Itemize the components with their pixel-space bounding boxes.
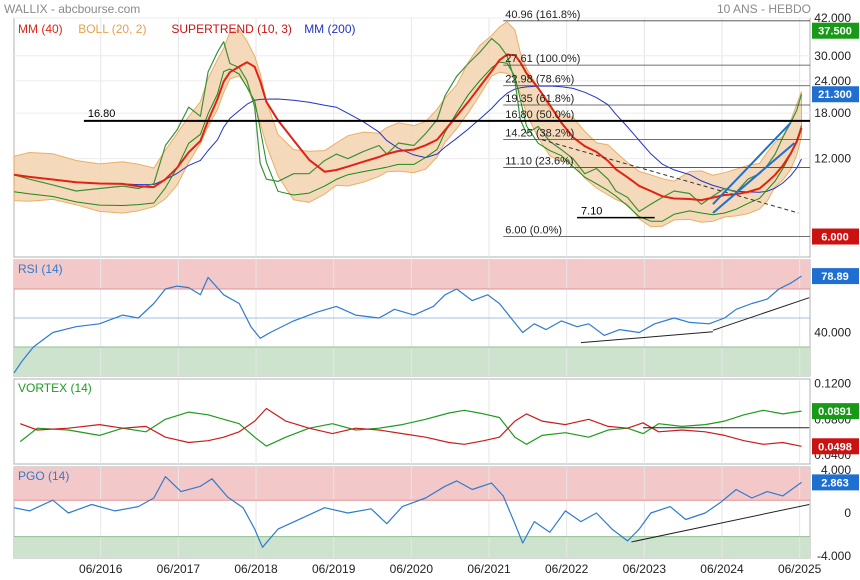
chart-svg: 40.96 (161.8%) 27.61 (100.0%) 22.98 (78.6%… [13, 9, 859, 576]
pgo-legend: PGO (14) [18, 469, 69, 483]
pgo-overbought-zone [14, 467, 810, 501]
value-badge: 78.89 [812, 268, 859, 285]
chart-root: WALLIX - abcbourse.com 10 ANS - HEBDO 40… [0, 0, 860, 580]
x-tick-label: 06/2022 [545, 562, 589, 576]
x-tick-label: 06/2025 [778, 562, 822, 576]
legend-entry: SUPERTREND (10, 3) [171, 22, 291, 36]
y-tick-label: 18.000 [814, 106, 851, 120]
x-tick-label: 06/2016 [79, 562, 123, 576]
fibonacci-level-label: 11.10 (23.6%) [505, 155, 573, 167]
x-tick-label: 06/2019 [312, 562, 356, 576]
badge-text: 6.000 [821, 232, 849, 244]
y-tick-label: 0 [844, 506, 851, 520]
fibonacci-level-label: 14.25 (38.2%) [505, 127, 574, 139]
fibonacci-level-label: 27.61 (100.0%) [505, 53, 580, 65]
value-badge: 2.863 [812, 474, 859, 491]
value-badge: 0.0891 [812, 403, 859, 420]
rsi-layer: RSI (14) 40.000 78.89 [13, 260, 859, 376]
legend-entry: MM (40) [18, 22, 63, 36]
x-tick-label: 06/2024 [700, 562, 744, 576]
rsi-overbought-zone [14, 260, 810, 289]
value-badge: 6.000 [812, 228, 859, 245]
fibonacci-level-label: 6.00 (0.0%) [505, 225, 562, 237]
y-tick-label: 12.000 [814, 152, 851, 166]
y-tick-label: -4.000 [817, 549, 851, 563]
x-tick-label: 06/2020 [390, 562, 434, 576]
x-tick-label: 06/2023 [623, 562, 667, 576]
x-tick-label: 06/2021 [467, 562, 511, 576]
resistance-label: 16.80 [88, 108, 116, 120]
value-badge: 21.300 [812, 86, 859, 103]
badge-text: 78.89 [821, 271, 849, 283]
badge-text: 0.0891 [818, 406, 852, 418]
rsi-oversold-zone [14, 347, 810, 376]
badge-text: 0.0498 [818, 441, 852, 453]
y-tick-label: 24.000 [814, 74, 851, 88]
x-tick-label: 06/2017 [157, 562, 201, 576]
vortex-panel [13, 378, 811, 465]
fibonacci-level-label: 40.96 (161.8%) [505, 9, 580, 21]
vortex-legend: VORTEX (14) [18, 381, 92, 395]
fibonacci-level-label: 16.80 (50.0%) [505, 109, 574, 121]
x-axis: 06/2016 06/2017 06/2018 06/2019 06/2020 06/20… [79, 562, 822, 576]
legend-entry: BOLL (20, 2) [78, 22, 146, 36]
support-label: 7.10 [581, 206, 602, 218]
fibonacci-level-label: 22.98 (78.6%) [505, 74, 574, 86]
y-tick-label: 30.000 [814, 49, 851, 63]
fibonacci-level-label: 19.35 (61.8%) [505, 93, 574, 105]
y-tick-label: 0.1200 [814, 376, 851, 390]
badge-text: 37.500 [818, 26, 852, 38]
value-badge: 0.0498 [812, 438, 859, 455]
rsi-legend: RSI (14) [18, 262, 63, 276]
value-badge: 37.500 [812, 22, 859, 39]
y-tick-label: 40.000 [814, 326, 851, 340]
pgo-oversold-zone [14, 536, 810, 558]
x-tick-label: 06/2018 [234, 562, 278, 576]
badge-text: 2.863 [821, 477, 849, 489]
legend-entry: MM (200) [304, 22, 355, 36]
badge-text: 21.300 [818, 89, 852, 101]
